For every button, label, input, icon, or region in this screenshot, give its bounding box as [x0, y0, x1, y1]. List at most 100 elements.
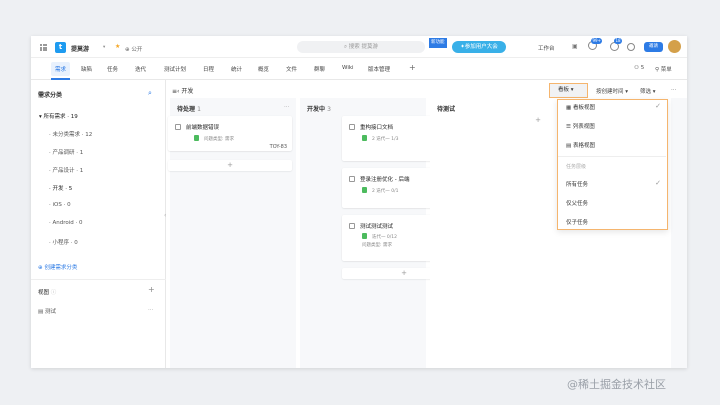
sort-button[interactable]: 按创建时间 ▾	[596, 87, 628, 95]
tree-item-research[interactable]: · 产品调研 · 1	[49, 148, 83, 156]
tree-item-miniapp[interactable]: · 小程序 · 0	[49, 238, 78, 246]
tab-statistics[interactable]: 统计	[231, 65, 242, 73]
info-icon[interactable]: ⓘ	[51, 290, 57, 296]
card-title: 测试测试测试	[360, 224, 394, 230]
card-meta: 迭代一 0/12	[372, 235, 398, 240]
search-icon[interactable]: ⌕	[148, 89, 152, 98]
add-view-icon[interactable]: +	[148, 285, 155, 294]
create-category-label: 创建需求分类	[44, 265, 78, 271]
task-checkbox[interactable]	[349, 124, 355, 130]
column-title-text: 开发中	[307, 106, 326, 113]
column-count: 1	[197, 106, 201, 113]
tree-item-label: 产品设计 · 1	[52, 168, 84, 174]
type-chip-icon	[362, 233, 367, 239]
top-bar: t 提莫游 ▾ ★ ⊕ 公开 ⌕ 搜索 提莫游 新功能 ✦参加用户大会 工作台 …	[31, 36, 687, 58]
filter-button[interactable]: 筛选 ▾	[640, 87, 656, 95]
category-sidebar: 需求分类 ⌕ ▾ 所有需求 · 19 · 未分类需求 · 12 · 产品调研 ·…	[31, 80, 166, 368]
menu-item-label: 表格视图	[572, 143, 595, 149]
column-title: 待处理 1	[177, 104, 201, 113]
card-meta-secondary: 问题类型: 需求	[362, 243, 392, 248]
tab-bugs[interactable]: 缺陷	[81, 65, 92, 73]
star-icon[interactable]: ★	[115, 43, 120, 50]
add-card-button[interactable]: +	[168, 160, 292, 171]
menu-item-parent-only[interactable]: 仅父任务	[566, 199, 588, 207]
menu-item-child-only[interactable]: 仅子任务	[566, 218, 588, 226]
tree-item-design[interactable]: · 产品设计 · 1	[49, 166, 83, 174]
menu-label: 菜单	[660, 67, 672, 73]
visibility-label[interactable]: ⊕ 公开	[125, 45, 142, 53]
members-count[interactable]: ⚇ 5	[634, 65, 644, 71]
conference-button[interactable]: ✦参加用户大会	[452, 41, 506, 53]
tree-item-android[interactable]: · Android · 0	[49, 220, 83, 226]
new-feature-tag: 新功能	[429, 38, 447, 48]
menu-button[interactable]: ⚲ 菜单	[655, 65, 672, 73]
module-tabs	[31, 58, 687, 80]
members-number: 5	[640, 65, 645, 71]
check-icon: ✓	[655, 179, 661, 187]
create-category-button[interactable]: ⊕ 创建需求分类	[38, 263, 77, 271]
project-name[interactable]: 提莫游	[71, 44, 89, 53]
menu-item-list[interactable]: ☰ 列表视图	[566, 122, 595, 130]
view-item-test[interactable]: ▤ 测试	[38, 307, 56, 315]
menu-item-all-tasks[interactable]: 所有任务	[566, 180, 588, 188]
tab-overview[interactable]: 概览	[258, 65, 269, 73]
apps-grid-icon[interactable]	[40, 44, 47, 51]
menu-item-label: 列表视图	[572, 124, 595, 130]
menu-item-kanban[interactable]: ▦ 看板视图	[566, 103, 595, 111]
search-input[interactable]: ⌕ 搜索 提莫游	[297, 41, 425, 53]
search-placeholder: 搜索 提莫游	[348, 44, 379, 50]
tree-item-ios[interactable]: · iOS · 0	[49, 202, 71, 208]
card-meta: 2 迭代一 1/3	[372, 137, 399, 142]
help-icon[interactable]	[627, 43, 635, 51]
invite-button[interactable]: 邀请	[644, 42, 663, 52]
card-id: TOY-83	[269, 144, 287, 150]
task-checkbox[interactable]	[349, 176, 355, 182]
calendar-icon[interactable]: ▣	[572, 43, 578, 50]
column-title-text: 待处理	[177, 106, 196, 113]
tab-files[interactable]: 文件	[286, 65, 297, 73]
column-partial	[671, 98, 687, 368]
column-title: 待测试	[437, 106, 456, 113]
app-window: t 提莫游 ▾ ★ ⊕ 公开 ⌕ 搜索 提莫游 新功能 ✦参加用户大会 工作台 …	[31, 36, 687, 368]
chevron-down-icon[interactable]: ▾	[103, 45, 105, 50]
tab-wiki[interactable]: Wiki	[342, 65, 354, 71]
tab-test-plan[interactable]: 测试计划	[164, 65, 186, 73]
breadcrumb-text: 开发	[181, 88, 194, 95]
workspace-link[interactable]: 工作台	[538, 44, 555, 52]
board-more-icon[interactable]: ···	[671, 87, 676, 93]
menu-item-table[interactable]: ▤ 表格视图	[566, 141, 595, 149]
task-card[interactable]: 前端数据错误 问题类型: 需求 TOY-83	[168, 116, 292, 151]
user-avatar[interactable]	[668, 40, 681, 53]
card-title: 前端数据错误	[186, 125, 220, 131]
tab-group-chat[interactable]: 群聊	[314, 65, 325, 73]
tab-schedule[interactable]: 日程	[203, 65, 214, 73]
task-checkbox[interactable]	[349, 223, 355, 229]
message-icon[interactable]: 18	[610, 38, 623, 51]
tree-item-all[interactable]: ▾ 所有需求 · 19	[39, 112, 78, 120]
tree-item-uncategorized[interactable]: · 未分类需求 · 12	[49, 130, 92, 138]
tab-iterations[interactable]: 迭代	[135, 65, 146, 73]
task-checkbox[interactable]	[175, 124, 181, 130]
check-icon: ✓	[655, 102, 661, 110]
view-switch-button[interactable]: 看板 ▾	[549, 83, 588, 98]
tree-item-label: Android · 0	[52, 220, 83, 226]
sort-label: 按创建时间	[596, 89, 624, 95]
views-title: 视图 ⓘ	[38, 288, 56, 296]
conference-label: 参加用户大会	[464, 44, 498, 50]
view-more-icon[interactable]: ···	[148, 307, 153, 313]
menu-section-title: 任务层级	[566, 164, 587, 170]
column-more-icon[interactable]: ···	[284, 104, 289, 110]
filter-label: 筛选	[640, 89, 652, 95]
card-title: 登录注册优化 - 后端	[360, 177, 410, 183]
message-badge: 18	[614, 38, 623, 44]
tree-item-label: 开发 · 5	[52, 186, 73, 192]
tab-requirements[interactable]: 需求	[51, 62, 71, 76]
tree-item-label: 所有需求 · 19	[43, 114, 78, 120]
tree-item-dev[interactable]: · 开发 · 5	[49, 184, 72, 192]
tab-tasks[interactable]: 任务	[107, 65, 118, 73]
notification-icon[interactable]: 99+	[588, 38, 603, 50]
tab-version[interactable]: 版本管理	[368, 65, 390, 73]
add-tab-icon[interactable]: +	[409, 63, 416, 72]
breadcrumb: ≡‹ 开发	[172, 88, 194, 95]
sidebar-title: 需求分类	[38, 92, 63, 99]
